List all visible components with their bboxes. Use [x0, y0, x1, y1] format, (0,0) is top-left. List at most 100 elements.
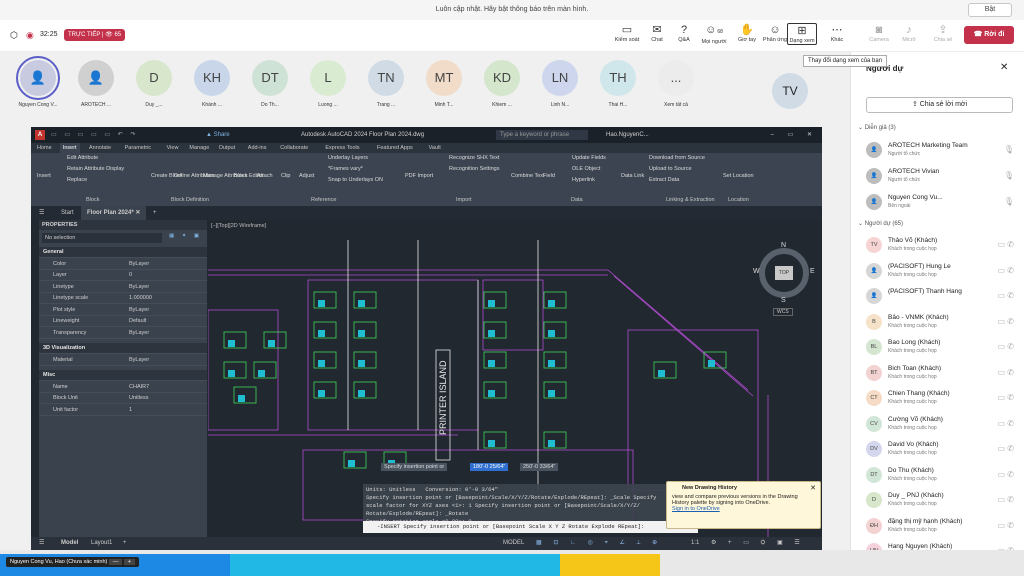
- command-line-input[interactable]: -INSERT Specify insertion point or [Base…: [363, 521, 698, 533]
- participant-row[interactable]: 👤 AROTECH Marketing Team Người tổ chức 🎙: [866, 140, 1016, 162]
- tab-floor-plan[interactable]: Floor Plan 2024* ✕: [81, 206, 147, 220]
- close-icon[interactable]: ✕: [1000, 62, 1008, 73]
- toolbar-hand-button[interactable]: ✋ Giơ tay: [732, 23, 762, 43]
- selection-dropdown[interactable]: No selection: [42, 233, 162, 243]
- ribbon-tab-manage[interactable]: Manage: [189, 143, 209, 153]
- participant-row[interactable]: 👤 (PACISOFT) Hung Le Khách trong cuộc họp ▭…: [866, 261, 1016, 283]
- participant-row[interactable]: D Duy _ PNJ (Khách) Khách trong cuộc họp ▭ …: [866, 490, 1016, 512]
- participant-tile[interactable]: L Luong ...: [305, 60, 351, 108]
- ribbon-tab-annotate[interactable]: Annotate: [89, 143, 111, 153]
- ribbon-item[interactable]: Replace: [67, 177, 87, 183]
- property-row[interactable]: Material ByLayer: [39, 355, 207, 366]
- property-row[interactable]: Unit factor 1: [39, 405, 207, 416]
- participant-tile[interactable]: MT Minh T...: [421, 60, 467, 108]
- participant-row[interactable]: 👤 (PACISOFT) Thanh Hang ▭ ✆: [866, 286, 1016, 308]
- ribbon-item[interactable]: Set Location: [723, 173, 754, 179]
- participant-tile[interactable]: KD Khiem ...: [479, 60, 525, 108]
- participant-tile[interactable]: KH Khánh ...: [189, 60, 235, 108]
- participant-tile[interactable]: 👤 AROTECH ...: [73, 60, 119, 108]
- add-layout-icon[interactable]: +: [123, 537, 127, 550]
- ribbon-tab-insert[interactable]: Insert: [59, 143, 80, 153]
- ribbon-panel-label[interactable]: Location: [728, 197, 749, 203]
- menu-icon[interactable]: ☰: [39, 206, 44, 220]
- quick-access-icons[interactable]: ▭ ▭ ▭ ▭ ▭ ↶ ↷: [51, 127, 138, 143]
- attendees-header[interactable]: ⌄ Người dự (65): [858, 220, 903, 227]
- drafting-settings-icons[interactable]: ▦ ⊡ ∟ ◎ ⌖ ∠ ⟂ ⊕: [536, 537, 662, 550]
- participant-row[interactable]: CV Cường Võ (Khách) Khách trong cuộc họp ▭ …: [866, 414, 1016, 436]
- acad-search-input[interactable]: Type a keyword or phrase: [496, 130, 588, 140]
- cursor-y-input[interactable]: 250'-0 33/64": [520, 463, 559, 471]
- ribbon-item[interactable]: PDF Import: [405, 173, 433, 179]
- property-section[interactable]: Misc: [39, 370, 207, 381]
- ribbon-panel-label[interactable]: Data: [571, 197, 583, 203]
- ribbon-item[interactable]: *Frames vary*: [328, 166, 363, 172]
- ribbon-item[interactable]: Data Link: [621, 173, 644, 179]
- annotation-scale[interactable]: 1:1: [691, 537, 699, 550]
- model-space-toggle[interactable]: MODEL: [503, 537, 524, 550]
- property-row[interactable]: Name CHAIR7: [39, 382, 207, 393]
- toolbar-share-button[interactable]: ⇪ Chia sẻ: [928, 23, 958, 43]
- ribbon-tab-addins[interactable]: Add-ins: [248, 143, 267, 153]
- ribbon-tab-collaborate[interactable]: Collaborate: [280, 143, 308, 153]
- ribbon-item[interactable]: Upload to Source: [649, 166, 692, 172]
- participant-row[interactable]: TV Thảo Võ (Khách) Khách trong cuộc họp ▭ ✆: [866, 235, 1016, 257]
- property-row[interactable]: Linetype ByLayer: [39, 282, 207, 293]
- property-row[interactable]: Lineweight Default: [39, 316, 207, 327]
- participant-tile[interactable]: LN Linh N...: [537, 60, 583, 108]
- ribbon-tab-parametric[interactable]: Parametric: [125, 143, 152, 153]
- ribbon-item[interactable]: Attach: [257, 173, 273, 179]
- participant-tile[interactable]: TN Trang ...: [363, 60, 409, 108]
- participant-row[interactable]: B Bảo - VNMK (Khách) Khách trong cuộc họp ▭…: [866, 312, 1016, 334]
- ribbon-panel-label[interactable]: Block Definition: [171, 197, 209, 203]
- status-tools-icons[interactable]: ⚙ + ▭ ⛭ ▣ ☰: [711, 537, 805, 550]
- toolbar-mic-button[interactable]: ♪ Micrô: [894, 23, 924, 43]
- toolbar-people-button[interactable]: ☺68 Mọi người: [699, 23, 729, 45]
- leave-button[interactable]: ☎ Rời đi: [964, 26, 1014, 44]
- toolbar-qa-button[interactable]: ? Q&A: [669, 23, 699, 43]
- property-row[interactable]: Linetype scale 1.000000: [39, 293, 207, 304]
- toolbar-reaction-button[interactable]: ☺ Phản ứng: [760, 23, 790, 43]
- autocad-logo-icon[interactable]: A: [35, 130, 45, 140]
- viewcube[interactable]: TOP N S E W: [753, 242, 815, 304]
- wcs-menu[interactable]: WCS: [773, 308, 793, 316]
- window-controls[interactable]: – ▭ ✕: [771, 127, 818, 143]
- share-button[interactable]: ▲ Share: [206, 127, 230, 143]
- ribbon-item[interactable]: Combine Text: [511, 173, 545, 179]
- participant-row[interactable]: BT Bich Toan (Khách) Khách trong cuộc họp ▭…: [866, 363, 1016, 385]
- tip-close-icon[interactable]: ✕: [810, 484, 816, 492]
- participant-row[interactable]: 👤 Nguyen Cong Vu... Bên ngoài 🎙: [866, 192, 1016, 214]
- ribbon-panel-label[interactable]: Block: [86, 197, 99, 203]
- ribbon-item[interactable]: Update Fields: [572, 155, 606, 161]
- ribbon-tab-vault[interactable]: Vault: [429, 143, 441, 153]
- toolbar-chat-button[interactable]: ✉ Chat: [642, 23, 672, 43]
- new-tab-icon[interactable]: +: [153, 206, 157, 220]
- ribbon-item[interactable]: Extract Data: [649, 177, 679, 183]
- ribbon-tab-featuredapps[interactable]: Featured Apps: [377, 143, 413, 153]
- menu-icon[interactable]: ☰: [39, 537, 44, 550]
- participant-tile[interactable]: TH Thai H...: [595, 60, 641, 108]
- quick-select-icon[interactable]: ▦ ✦ ▣: [169, 233, 202, 239]
- participant-row[interactable]: CT Chien Thang (Khách) Khách trong cuộc họ…: [866, 388, 1016, 410]
- ribbon-item[interactable]: Adjust: [299, 173, 314, 179]
- enable-notifications-button[interactable]: Bật: [968, 3, 1012, 17]
- ribbon-tab-view[interactable]: View: [167, 143, 179, 153]
- property-row[interactable]: Transparency ByLayer: [39, 328, 207, 339]
- cursor-x-input[interactable]: 180'-0 25/64": [470, 463, 509, 471]
- acad-user[interactable]: Hao.NguyenC...: [606, 127, 649, 143]
- property-row[interactable]: Color ByLayer: [39, 259, 207, 270]
- toolbar-view-button[interactable]: ⊞ Dạng xem: [787, 23, 817, 45]
- spotlight-avatar[interactable]: TV: [772, 73, 808, 109]
- ribbon-item[interactable]: Edit Attribute: [67, 155, 98, 161]
- property-row[interactable]: Layer 0: [39, 270, 207, 281]
- property-row[interactable]: Plot style ByLayer: [39, 305, 207, 316]
- ribbon-item[interactable]: Retain Attribute Display: [67, 166, 124, 172]
- ribbon-item[interactable]: OLE Object: [572, 166, 600, 172]
- ribbon-tab-home[interactable]: Home: [37, 143, 52, 153]
- presenters-header[interactable]: ⌄ Diễn giả (3): [858, 124, 896, 131]
- ribbon-tab-expresstools[interactable]: Express Tools: [325, 143, 359, 153]
- ribbon-item[interactable]: Recognize SHX Text: [449, 155, 499, 161]
- ribbon-item[interactable]: Hyperlink: [572, 177, 595, 183]
- participant-tile[interactable]: 👤 Nguyen Cong V...: [15, 56, 61, 108]
- ribbon-panel-label[interactable]: Import: [456, 197, 472, 203]
- tab-layout1[interactable]: Layout1: [91, 537, 112, 550]
